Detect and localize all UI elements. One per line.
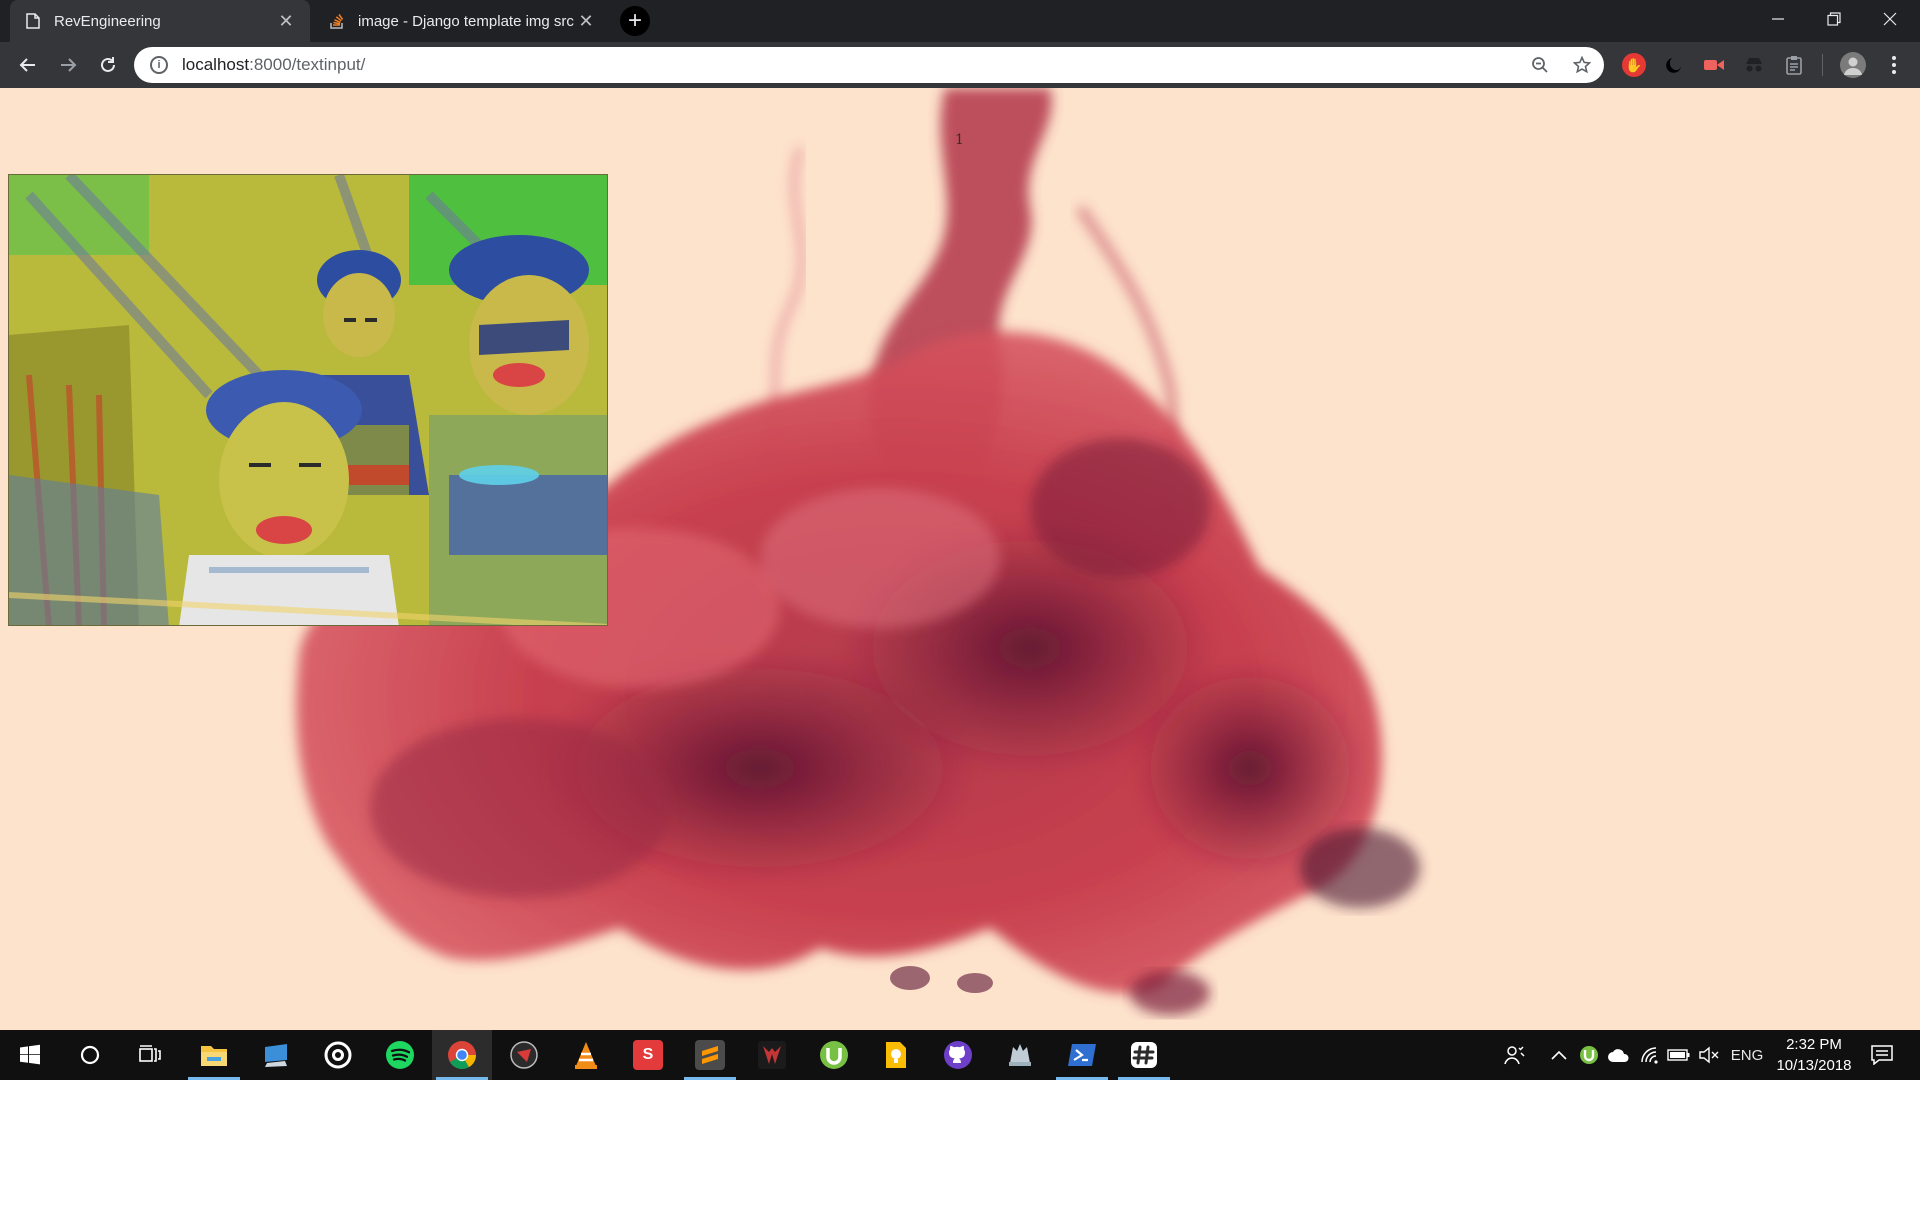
vpn-icon[interactable] <box>494 1030 554 1080</box>
slack-icon[interactable] <box>1114 1030 1174 1080</box>
language-indicator[interactable]: ENG <box>1726 1030 1768 1080</box>
forward-icon[interactable] <box>52 49 84 81</box>
powershell-icon[interactable] <box>1052 1030 1112 1080</box>
stylized-photo <box>8 174 608 626</box>
tab-title: image - Django template img src <box>358 12 574 30</box>
toolbar-divider <box>1822 54 1823 76</box>
onedrive-icon[interactable] <box>1606 1030 1632 1080</box>
people-icon[interactable] <box>1500 1030 1530 1080</box>
clock[interactable]: 2:32 PM 10/13/2018 <box>1764 1034 1864 1076</box>
restore-icon[interactable] <box>1806 0 1862 38</box>
profile-avatar-icon[interactable] <box>1840 52 1866 78</box>
spotify-icon[interactable] <box>370 1030 430 1080</box>
close-window-icon[interactable] <box>1862 0 1918 38</box>
info-icon[interactable]: i <box>150 56 168 74</box>
github-desktop-icon[interactable] <box>928 1030 988 1080</box>
page-icon <box>24 12 42 30</box>
ublock-icon[interactable]: ✋ <box>1622 53 1646 77</box>
back-icon[interactable] <box>12 49 44 81</box>
stackoverflow-icon <box>328 12 346 30</box>
dark-mode-icon[interactable] <box>1662 53 1686 77</box>
groove-music-icon[interactable] <box>308 1030 368 1080</box>
close-icon[interactable]: ✕ <box>276 11 296 31</box>
chevron-up-icon[interactable] <box>1548 1030 1570 1080</box>
close-icon[interactable]: ✕ <box>576 11 596 31</box>
url-host: localhost <box>182 55 250 74</box>
tab-strip: RevEngineering ✕ image - Django template… <box>0 0 1920 42</box>
url-path: :8000/textinput/ <box>249 55 366 74</box>
clock-time: 2:32 PM <box>1786 1036 1842 1053</box>
taskbar: S ENG 2:32 PM 10/13/2018 <box>0 1030 1920 1080</box>
volume-muted-icon[interactable] <box>1696 1030 1722 1080</box>
wps-office-icon[interactable]: S <box>618 1030 678 1080</box>
predator-sense-icon[interactable] <box>742 1030 802 1080</box>
sublime-text-icon[interactable] <box>680 1030 740 1080</box>
start-button[interactable] <box>0 1030 60 1080</box>
battery-icon[interactable] <box>1666 1030 1692 1080</box>
page-content: 1 <box>0 88 1920 1030</box>
clock-date: 10/13/2018 <box>1776 1057 1852 1074</box>
utorrent-icon[interactable] <box>804 1030 864 1080</box>
reload-icon[interactable] <box>92 49 124 81</box>
vlc-icon[interactable] <box>556 1030 616 1080</box>
wifi-icon[interactable] <box>1638 1030 1662 1080</box>
screen-recorder-icon[interactable] <box>1702 53 1726 77</box>
cloud-app-icon[interactable] <box>990 1030 1050 1080</box>
utorrent-tray-icon[interactable] <box>1578 1030 1600 1080</box>
tab-title: RevEngineering <box>54 12 161 30</box>
menu-icon[interactable] <box>1878 49 1910 81</box>
zoom-icon[interactable] <box>1528 53 1552 77</box>
minimize-icon[interactable] <box>1750 0 1806 38</box>
tab-django-image[interactable]: image - Django template img src ✕ <box>314 0 610 42</box>
remote-desktop-icon[interactable] <box>246 1030 306 1080</box>
tab-revengineering[interactable]: RevEngineering ✕ <box>10 0 310 42</box>
bookmark-star-icon[interactable] <box>1570 53 1594 77</box>
chrome-icon[interactable] <box>432 1030 492 1080</box>
google-keep-icon[interactable] <box>866 1030 926 1080</box>
browser-toolbar: i localhost:8000/textinput/ ✋ <box>0 42 1920 88</box>
address-bar[interactable]: i localhost:8000/textinput/ <box>134 47 1604 83</box>
clipboard-icon[interactable] <box>1782 53 1806 77</box>
page-marker-text: 1 <box>955 132 964 148</box>
task-view-icon[interactable] <box>120 1030 180 1080</box>
blank-area <box>0 1080 1920 1205</box>
new-tab-button[interactable]: + <box>620 6 650 36</box>
file-explorer-icon[interactable] <box>184 1030 244 1080</box>
cortana-icon[interactable] <box>60 1030 120 1080</box>
incognito-extension-icon[interactable] <box>1742 53 1766 77</box>
action-center-icon[interactable] <box>1864 1030 1900 1080</box>
